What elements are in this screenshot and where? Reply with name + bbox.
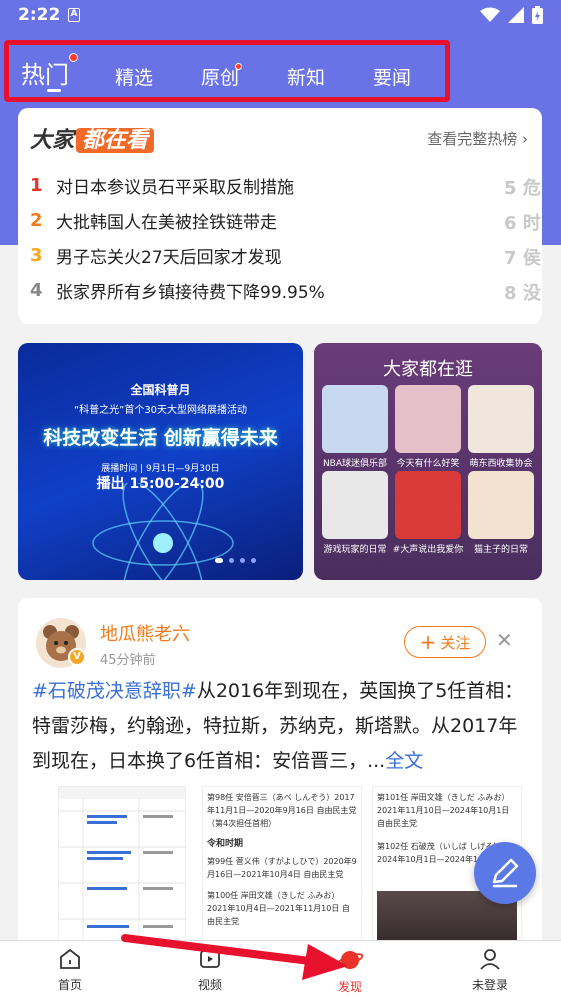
hot-item[interactable]: 3 男子忘关火27天后回家才发现 [30,240,282,270]
atom-graphic [92,483,234,580]
follow-button[interactable]: + 关注 [404,626,486,658]
top-tabs: 热门 精选 原创 新知 要闻 [4,40,450,102]
battery-icon [532,6,543,24]
hot-item-peek: 5 危 [504,178,541,199]
tab-original-dot [235,63,242,70]
nav-home[interactable]: 首页 [30,947,110,993]
post-image[interactable]: 第98任 安倍晋三（あべ しんぞう）2017年11月1日—2020年9月16日 … [202,786,362,958]
hot-item[interactable]: 4 张家界所有乡镇接待费下降99.95% [30,275,325,305]
tab-hot[interactable]: 热门 [21,55,69,90]
nav-discover[interactable]: 发现 [310,947,390,995]
nav-video[interactable]: 视频 [170,947,250,993]
compose-button[interactable] [474,842,536,904]
tab-news[interactable]: 要闻 [373,63,411,90]
hot-item[interactable]: 1 对日本参议员石平采取反制措施 [30,170,294,200]
banner-headline: 科技改变生活 创新赢得未来 [43,427,278,449]
stroll-title: 大家都在逛 [383,359,473,380]
post-hashtag[interactable]: #石破茂决意辞职# [32,680,197,702]
hot-item-peek: 6 时 [504,213,541,234]
post-images: 第98任 安倍晋三（あべ しんぞう）2017年11月1日—2020年9月16日 … [18,786,542,958]
bottom-nav: 首页 视频 发现 未登录 [0,940,561,996]
tab-underline [47,89,61,92]
wifi-icon [480,7,500,22]
stroll-caption: 萌东西收集协会 [469,459,533,469]
status-time: 2:22 [18,5,61,25]
planet-icon [336,951,364,969]
stroll-caption: 游戏玩家的日常 [323,545,387,555]
stroll-caption: 今天有什么好笑 [396,459,460,469]
hot-item[interactable]: 2 大批韩国人在美被拴铁链带走 [30,205,277,235]
post-image[interactable] [58,786,186,958]
banner-pager [215,558,256,563]
status-bar: 2:22 A [0,0,561,34]
stroll-card: 大家都在逛 NBA球迷俱乐部 今天有什么好笑 萌东西收集协会 游戏玩家的日常 #… [314,343,542,580]
tab-original[interactable]: 原创 [201,63,239,90]
post-card: V 地瓜熊老六 45分钟前 + 关注 ✕ #石破茂决意辞职#从2016年到现在，… [18,598,542,958]
tab-selected[interactable]: 精选 [115,63,153,90]
promo-banner[interactable]: 全国科普月 “科普之光”首个30天大型网络展播活动 科技改变生活 创新赢得未来 … [18,343,303,580]
stroll-caption: #大声说出我爱你 [392,545,464,555]
user-icon [480,949,500,970]
tab-new-knowledge[interactable]: 新知 [287,63,325,90]
home-icon [60,948,80,969]
tab-hot-dot [69,53,78,62]
video-icon [200,950,220,968]
nav-profile[interactable]: 未登录 [450,947,530,993]
verified-badge-icon: V [68,648,86,666]
stroll-thumb[interactable] [395,471,461,539]
post-author[interactable]: 地瓜熊老六 [100,620,190,646]
stroll-thumb[interactable] [468,471,534,539]
stroll-caption: 猫主子的日常 [473,545,528,555]
stroll-thumb[interactable] [395,385,461,453]
hot-list-logo: 大家 都在看 [30,122,155,154]
post-text: #石破茂决意辞职#从2016年到现在，英国换了5任首相：特雷莎梅，约翰逊，特拉斯… [32,680,524,772]
hot-item-peek: 7 侯 [504,248,541,269]
plus-icon: + [419,630,437,654]
read-more-link[interactable]: 全文 [385,750,423,772]
notification-icon: A [68,8,80,22]
stroll-caption: NBA球迷俱乐部 [322,459,388,469]
stroll-thumb[interactable] [322,385,388,453]
hot-item-peek: 8 没 [504,283,541,304]
signal-icon [508,7,524,23]
banner-line: “科普之光”首个30天大型网络展播活动 [73,405,248,416]
stroll-thumb[interactable] [322,471,388,539]
stroll-thumb[interactable] [468,385,534,453]
close-icon[interactable]: ✕ [496,628,513,652]
banner-line: 全国科普月 [130,383,191,397]
hot-list-card: 大家 都在看 查看完整热榜 › 1 对日本参议员石平采取反制措施 2 大批韩国人在… [18,108,542,324]
banner-line: 播出 15:00-24:00 [96,476,225,492]
view-full-hot-list-link[interactable]: 查看完整热榜 › [427,128,528,149]
post-time: 45分钟前 [100,653,156,668]
pencil-icon [492,858,519,888]
